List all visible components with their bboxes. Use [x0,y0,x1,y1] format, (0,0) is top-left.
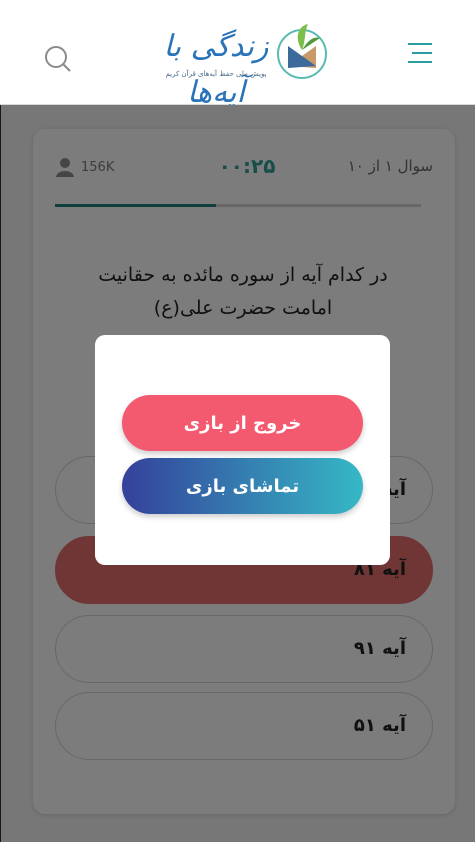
menu-button[interactable] [406,41,434,65]
logo-emblem-icon [277,24,327,79]
search-icon [45,46,71,72]
logo-subtitle: پویش ملی حفظ آیه‌های قرآن کریم [165,70,267,78]
exit-game-button[interactable]: خروج از بازی [122,395,363,451]
watch-game-button[interactable]: تماشای بازی [122,458,363,514]
logo-title: زندگی با آیه‌ها [163,29,269,110]
app-header: زندگی با آیه‌ها پویش ملی حفظ آیه‌های قرآ… [0,0,475,110]
hamburger-menu-icon [408,43,432,63]
app-logo: زندگی با آیه‌ها پویش ملی حفظ آیه‌های قرآ… [150,10,330,110]
game-options-modal: خروج از بازی تماشای بازی [95,335,390,565]
search-button[interactable] [44,45,72,73]
